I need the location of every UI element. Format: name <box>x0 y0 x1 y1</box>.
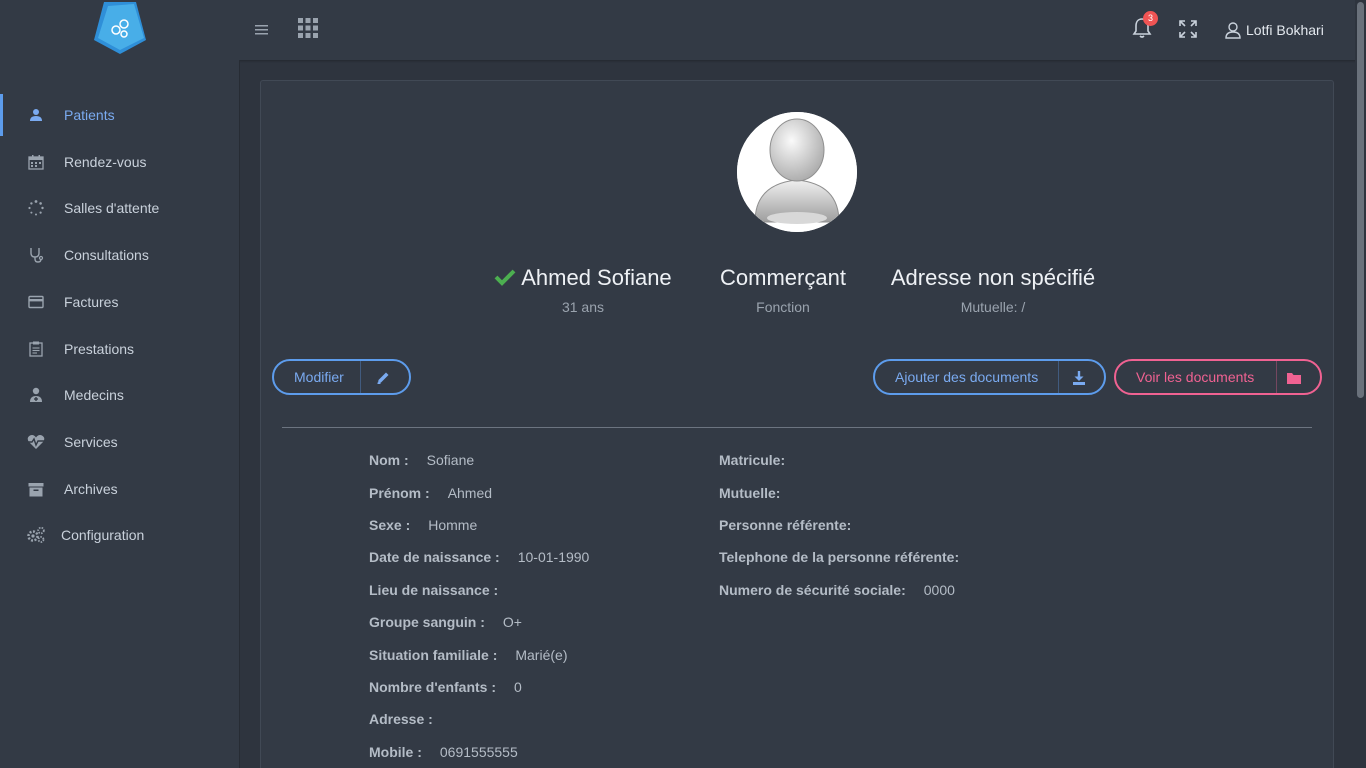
user-outline-icon <box>1225 22 1241 39</box>
user-name: Lotfi Bokhari <box>1246 22 1324 38</box>
detail-matricule: Matricule: <box>719 452 786 468</box>
user-icon <box>26 105 46 125</box>
detail-date-naissance: Date de naissance :10-01-1990 <box>369 549 590 565</box>
download-icon <box>1071 370 1087 386</box>
check-icon <box>494 269 516 286</box>
hamburger-menu-icon[interactable] <box>252 20 272 40</box>
add-documents-button[interactable]: Ajouter des documents <box>873 359 1106 395</box>
detail-nombre-enfants: Nombre d'enfants :0 <box>369 679 522 695</box>
patient-mutuelle: Mutuelle: / <box>960 299 1026 315</box>
divider <box>282 427 1312 428</box>
sidebar-item-label: Services <box>64 434 118 450</box>
folder-icon <box>1286 370 1302 386</box>
cogs-icon <box>26 525 46 545</box>
function-label: Fonction <box>756 299 810 315</box>
archive-icon <box>26 479 46 499</box>
sidebar-item-label: Prestations <box>64 341 135 357</box>
detail-situation-familiale: Situation familiale : Marié(e) <box>369 647 568 663</box>
sidebar-item-salles-attente[interactable]: Salles d'attente <box>0 187 239 229</box>
notification-badge: 3 <box>1143 11 1158 26</box>
sidebar-item-prestations[interactable]: Prestations <box>0 328 239 370</box>
edit-button[interactable]: Modifier <box>272 359 411 395</box>
fullscreen-icon[interactable] <box>1178 19 1198 39</box>
clipboard-icon <box>26 339 46 359</box>
spinner-icon <box>26 198 46 218</box>
add-documents-label: Ajouter des documents <box>895 369 1039 385</box>
calendar-icon <box>26 152 46 172</box>
doctor-icon <box>26 385 46 405</box>
sidebar-item-medecins[interactable]: Medecins <box>0 374 239 416</box>
detail-telephone-referente: Telephone de la personne référente: <box>719 549 960 565</box>
scrollbar-thumb[interactable] <box>1357 2 1364 398</box>
sidebar-item-services[interactable]: Services <box>0 421 239 463</box>
detail-sexe: Sexe : Homme <box>369 517 478 533</box>
patient-name: Ahmed Sofiane <box>521 265 672 290</box>
page-scrollbar[interactable] <box>1355 0 1366 768</box>
stethoscope-icon <box>26 245 46 265</box>
top-bar: 3 Lotfi Bokhari <box>0 0 1366 60</box>
patient-age: 31 ans <box>561 299 605 315</box>
sidebar-item-label: Consultations <box>64 247 149 263</box>
pencil-icon <box>375 370 391 386</box>
sidebar-item-archives[interactable]: Archives <box>0 468 239 510</box>
app-logo[interactable] <box>90 0 150 56</box>
view-documents-label: Voir les documents <box>1136 369 1255 385</box>
sidebar-item-label: Factures <box>64 294 119 310</box>
patient-function: Commerçant <box>720 265 846 290</box>
sidebar-item-label: Patients <box>64 107 115 123</box>
detail-groupe-sanguin: Groupe sanguin : O+ <box>369 614 522 630</box>
edit-button-label: Modifier <box>294 369 344 385</box>
detail-nom: Nom : Sofiane <box>369 452 475 468</box>
user-menu[interactable]: Lotfi Bokhari <box>1224 18 1324 42</box>
sidebar-item-rendez-vous[interactable]: Rendez-vous <box>0 141 239 183</box>
sidebar-item-consultations[interactable]: Consultations <box>0 234 239 276</box>
detail-mutuelle: Mutuelle: <box>719 485 781 501</box>
sidebar-item-label: Medecins <box>64 387 124 403</box>
patient-function-block: Commerçant Fonction <box>693 265 873 315</box>
patient-avatar <box>737 112 857 232</box>
sidebar-item-patients[interactable]: Patients <box>0 94 239 136</box>
detail-mobile: Mobile :0691555555 <box>369 744 518 760</box>
detail-prenom: Prénom : Ahmed <box>369 485 493 501</box>
detail-personne-referente: Personne référente: <box>719 517 852 533</box>
heartbeat-icon <box>26 432 46 452</box>
patient-name-line: Ahmed Sofiane <box>493 265 673 291</box>
credit-card-icon <box>26 292 46 312</box>
patient-address: Adresse non spécifié <box>890 265 1096 290</box>
sidebar-item-factures[interactable]: Factures <box>0 281 239 323</box>
patient-address-block: Adresse non spécifié Mutuelle: / <box>873 265 1113 315</box>
notifications-button[interactable]: 3 <box>1130 11 1158 42</box>
view-documents-button[interactable]: Voir les documents <box>1114 359 1322 395</box>
sidebar-item-label: Rendez-vous <box>64 154 147 170</box>
detail-securite-sociale: Numero de sécurité sociale: 0000 <box>719 582 955 598</box>
sidebar-item-label: Archives <box>64 481 118 497</box>
sidebar-item-configuration[interactable]: Configuration <box>0 514 239 556</box>
apps-grid-icon[interactable] <box>297 17 319 39</box>
patient-profile-card: Ahmed Sofiane 31 ans Commerçant Fonction… <box>260 80 1334 768</box>
sidebar-item-label: Salles d'attente <box>64 200 160 216</box>
detail-lieu-naissance: Lieu de naissance : <box>369 582 499 598</box>
sidebar: Patients Rendez-vous Salles d'attente Co… <box>0 60 240 768</box>
patient-name-block: Ahmed Sofiane 31 ans <box>493 265 673 315</box>
sidebar-item-label: Configuration <box>61 527 145 543</box>
detail-adresse: Adresse : <box>369 711 433 727</box>
